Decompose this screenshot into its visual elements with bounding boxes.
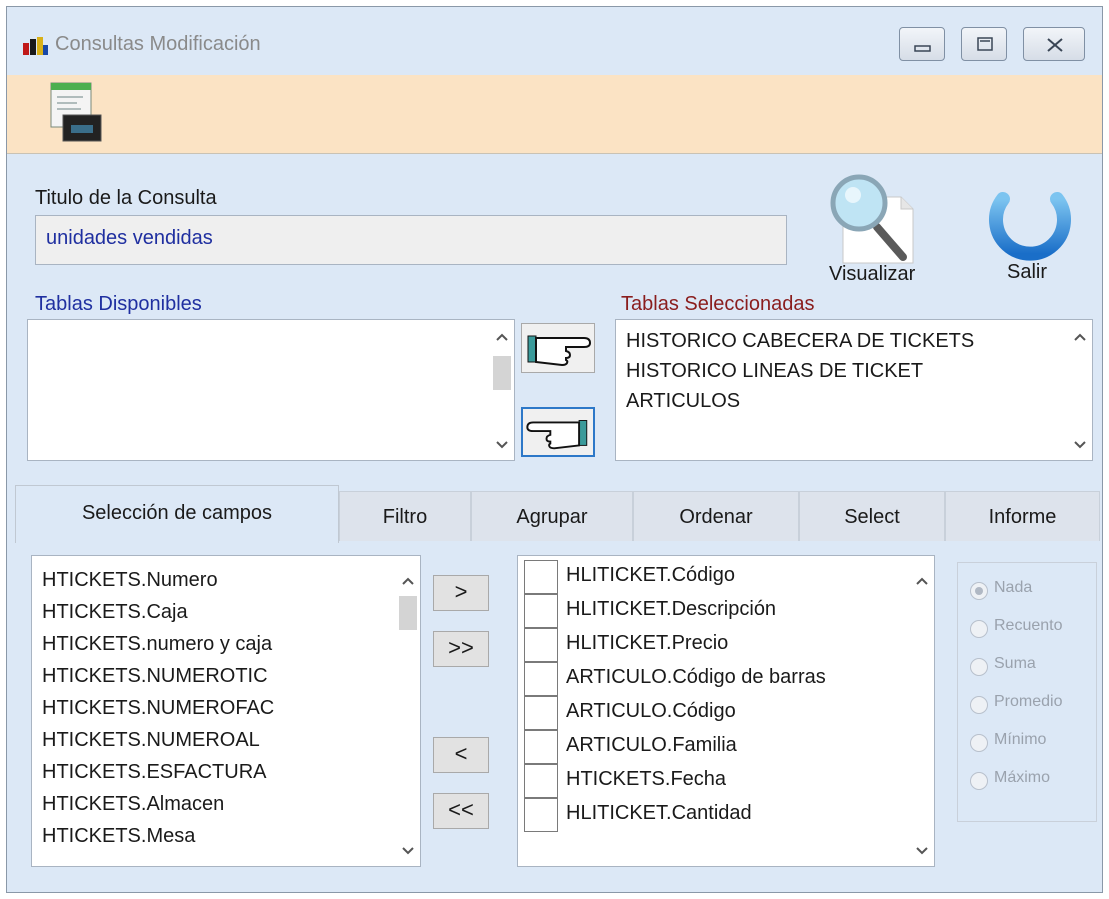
tab-group[interactable]: Agrupar: [471, 491, 633, 541]
close-icon: [1047, 38, 1063, 52]
scroll-down-icon[interactable]: [910, 838, 934, 862]
query-title-input[interactable]: unidades vendidas: [35, 215, 787, 265]
pointing-hand-left-icon: [526, 420, 588, 450]
field-checkbox[interactable]: [524, 560, 558, 594]
remove-all-fields-button[interactable]: <<: [433, 793, 489, 829]
field-name: ARTICULO.Código: [566, 700, 736, 722]
exit-label: Salir: [1007, 261, 1048, 283]
field-name: HLITICKET.Cantidad: [566, 802, 752, 824]
field-name: ARTICULO.Familia: [566, 734, 737, 756]
field-checkbox[interactable]: [524, 628, 558, 662]
tab-select[interactable]: Select: [799, 491, 945, 541]
query-editor-icon[interactable]: [47, 79, 103, 145]
tab-strip: Selección de campos Filtro Agrupar Orden…: [15, 485, 1100, 543]
list-item[interactable]: HTICKETS.NUMEROFAC: [42, 692, 420, 724]
list-item[interactable]: HISTORICO CABECERA DE TICKETS: [626, 326, 1092, 356]
query-window: Consultas Modificación Titulo de la Cons…: [6, 6, 1103, 893]
close-button[interactable]: [1023, 27, 1085, 61]
available-tables-list[interactable]: [27, 319, 515, 461]
visualize-label: Visualizar: [829, 263, 916, 285]
tab-filter[interactable]: Filtro: [339, 491, 471, 541]
window-title: Consultas Modificación: [55, 33, 261, 55]
scroll-thumb[interactable]: [493, 356, 511, 390]
field-checkbox[interactable]: [524, 764, 558, 798]
selected-fields-scrollbar[interactable]: [910, 556, 934, 866]
available-tables-scrollbar[interactable]: [490, 320, 514, 460]
radio-label: Máximo: [994, 769, 1051, 786]
radio-button[interactable]: [970, 582, 988, 600]
magnifier-icon: [830, 174, 914, 264]
field-checkbox[interactable]: [524, 594, 558, 628]
radio-label: Promedio: [994, 693, 1063, 710]
title-bar: Consultas Modificación: [7, 7, 1102, 75]
field-name: HLITICKET.Precio: [566, 632, 729, 654]
toolbar: [7, 75, 1102, 154]
list-item[interactable]: HISTORICO LINEAS DE TICKET: [626, 356, 1092, 386]
add-all-fields-button[interactable]: >>: [433, 631, 489, 667]
scroll-up-icon[interactable]: [396, 570, 420, 594]
list-item[interactable]: HTICKETS.Almacen: [42, 788, 420, 820]
add-field-button[interactable]: >: [433, 575, 489, 611]
scroll-down-icon[interactable]: [490, 432, 514, 456]
minimize-button[interactable]: [899, 27, 945, 61]
minimize-icon: [914, 45, 931, 52]
radio-label: Recuento: [994, 617, 1063, 634]
field-name: HLITICKET.Descripción: [566, 598, 777, 620]
list-item[interactable]: HTICKETS.NUMEROAL: [42, 724, 420, 756]
field-checkbox[interactable]: [524, 696, 558, 730]
aggregate-options-group: Nada Recuento Suma Promedio Mínimo Máxim…: [957, 562, 1097, 822]
app-icon: [23, 37, 48, 55]
field-name: HLITICKET.Código: [566, 564, 735, 586]
field-name: HTICKETS.Fecha: [566, 768, 727, 790]
scroll-up-icon[interactable]: [1068, 326, 1092, 350]
list-item[interactable]: HTICKETS.numero y caja: [42, 628, 420, 660]
selected-tables-list[interactable]: HISTORICO CABECERA DE TICKETS HISTORICO …: [615, 319, 1093, 461]
radio-label: Mínimo: [994, 731, 1047, 748]
list-item[interactable]: HTICKETS.Mesa: [42, 820, 420, 852]
scroll-thumb[interactable]: [399, 596, 417, 630]
list-item[interactable]: HTICKETS.Numero: [42, 564, 420, 596]
field-checkbox[interactable]: [524, 662, 558, 696]
maximize-button[interactable]: [961, 27, 1007, 61]
radio-button[interactable]: [970, 658, 988, 676]
radio-label: Suma: [994, 655, 1036, 672]
add-table-button[interactable]: [521, 323, 595, 373]
tab-field-selection[interactable]: Selección de campos: [15, 485, 339, 543]
tab-report[interactable]: Informe: [945, 491, 1100, 541]
radio-button[interactable]: [970, 772, 988, 790]
field-name: ARTICULO.Código de barras: [566, 666, 826, 688]
selected-tables-scrollbar[interactable]: [1068, 320, 1092, 460]
radio-label: Nada: [994, 579, 1033, 596]
visualize-button[interactable]: Visualizar: [813, 157, 953, 297]
list-item[interactable]: ARTICULOS: [626, 386, 1092, 416]
scroll-down-icon[interactable]: [396, 838, 420, 862]
radio-button[interactable]: [970, 620, 988, 638]
query-title-label: Titulo de la Consulta: [35, 187, 217, 209]
selected-fields-list[interactable]: HLITICKET.Código HLITICKET.Descripción H…: [517, 555, 935, 867]
remove-field-button[interactable]: <: [433, 737, 489, 773]
available-fields-scrollbar[interactable]: [396, 556, 420, 866]
scroll-up-icon[interactable]: [490, 326, 514, 350]
scroll-up-icon[interactable]: [910, 570, 934, 594]
available-fields-list[interactable]: HTICKETS.Numero HTICKETS.Caja HTICKETS.n…: [31, 555, 421, 867]
field-checkbox[interactable]: [524, 798, 558, 832]
list-item[interactable]: HTICKETS.Caja: [42, 596, 420, 628]
list-item[interactable]: HTICKETS.NUMEROTIC: [42, 660, 420, 692]
power-icon: [989, 170, 1071, 261]
maximize-icon: [977, 37, 993, 51]
tab-order[interactable]: Ordenar: [633, 491, 799, 541]
remove-table-button[interactable]: [521, 407, 595, 457]
available-tables-label: Tablas Disponibles: [35, 293, 202, 315]
radio-button[interactable]: [970, 696, 988, 714]
exit-button[interactable]: Salir: [981, 157, 1081, 297]
scroll-down-icon[interactable]: [1068, 432, 1092, 456]
pointing-hand-right-icon: [527, 335, 592, 367]
list-item[interactable]: HTICKETS.ESFACTURA: [42, 756, 420, 788]
selected-tables-label: Tablas Seleccionadas: [621, 293, 815, 315]
radio-button[interactable]: [970, 734, 988, 752]
field-checkbox[interactable]: [524, 730, 558, 764]
